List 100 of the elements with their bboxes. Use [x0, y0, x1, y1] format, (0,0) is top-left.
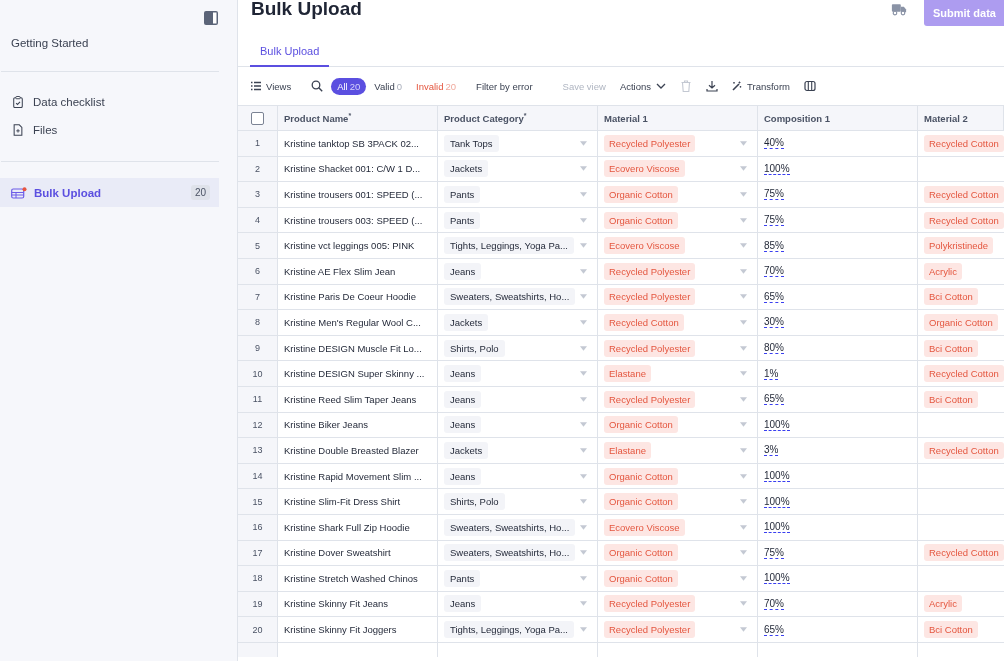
category-tag[interactable]: Jackets [444, 160, 489, 178]
caret-icon[interactable] [580, 140, 587, 146]
caret-icon[interactable] [740, 575, 747, 581]
caret-icon[interactable] [580, 575, 587, 581]
category-tag[interactable]: Tights, Leggings, Yoga Pa... [444, 621, 574, 639]
trash-icon[interactable] [680, 80, 693, 92]
composition-value[interactable]: 85% [764, 239, 784, 252]
caret-icon[interactable] [580, 345, 587, 351]
views-button[interactable]: Views [251, 80, 292, 92]
category-tag[interactable]: Tights, Leggings, Yoga Pa... [444, 237, 574, 255]
caret-icon[interactable] [580, 217, 587, 223]
actions-button[interactable]: Actions [619, 80, 667, 92]
composition-value[interactable]: 40% [764, 137, 784, 150]
caret-icon[interactable] [740, 345, 747, 351]
column-header[interactable]: Product Category$^{*}$ [438, 106, 598, 130]
composition-value[interactable]: 65% [764, 623, 784, 636]
caret-icon[interactable] [740, 550, 747, 556]
filter-pill[interactable]: Valid 0 [368, 77, 409, 95]
composition-value[interactable]: 75% [764, 188, 784, 201]
composition-value[interactable]: 100% [764, 521, 790, 534]
composition-value[interactable]: 3% [764, 444, 779, 457]
caret-icon[interactable] [580, 550, 587, 556]
caret-icon[interactable] [740, 294, 747, 300]
caret-icon[interactable] [580, 601, 587, 607]
caret-icon[interactable] [580, 627, 587, 633]
composition-value[interactable]: 100% [764, 418, 790, 431]
caret-icon[interactable] [740, 140, 747, 146]
caret-icon[interactable] [740, 243, 747, 249]
caret-icon[interactable] [740, 192, 747, 197]
category-tag[interactable]: Sweaters, Sweatshirts, Ho... [444, 288, 576, 306]
composition-value[interactable]: 30% [764, 316, 784, 329]
category-tag[interactable]: Sweaters, Sweatshirts, Ho... [444, 518, 576, 536]
category-tag[interactable]: Jeans [444, 365, 482, 383]
sidebar-toggle-icon[interactable] [203, 10, 219, 26]
filter-by-error-button[interactable]: Filter by error [476, 80, 533, 92]
truck-icon[interactable] [891, 3, 907, 16]
caret-icon[interactable] [740, 524, 747, 530]
tab[interactable]: Bulk Upload [250, 38, 330, 67]
category-tag[interactable]: Pants [444, 186, 481, 203]
composition-value[interactable]: 1% [764, 367, 779, 380]
composition-value[interactable]: 75% [764, 214, 784, 227]
caret-icon[interactable] [740, 268, 747, 274]
column-header[interactable]: Product Name$^{*}$ [278, 106, 438, 130]
caret-icon[interactable] [580, 422, 587, 428]
composition-value[interactable]: 70% [764, 265, 784, 278]
category-tag[interactable]: Pants [444, 211, 481, 229]
category-tag[interactable]: Jackets [444, 313, 489, 331]
category-tag[interactable]: Shirts, Polo [444, 493, 505, 511]
transform-button[interactable]: Transform [732, 80, 790, 92]
composition-value[interactable]: 100% [764, 162, 790, 175]
sidebar-item[interactable]: Data checklist [0, 88, 237, 116]
caret-icon[interactable] [740, 601, 747, 607]
caret-icon[interactable] [580, 319, 587, 325]
column-header[interactable]: Material 2 [918, 106, 1004, 130]
category-tag[interactable]: Jeans [444, 416, 482, 434]
composition-value[interactable]: 65% [764, 393, 784, 406]
composition-value[interactable]: 80% [764, 342, 784, 355]
category-tag[interactable]: Jackets [444, 441, 489, 459]
composition-value[interactable]: 70% [764, 598, 784, 610]
caret-icon[interactable] [740, 473, 747, 479]
category-tag[interactable]: Jeans [444, 467, 482, 485]
sidebar-item[interactable]: Files [0, 116, 237, 144]
caret-icon[interactable] [580, 396, 587, 402]
category-tag[interactable]: Jeans [444, 595, 482, 613]
caret-icon[interactable] [580, 268, 587, 274]
composition-value[interactable]: 100% [764, 572, 790, 585]
caret-icon[interactable] [580, 371, 587, 377]
category-tag[interactable]: Shirts, Polo [444, 339, 505, 357]
select-all-checkbox[interactable] [251, 111, 264, 125]
caret-icon[interactable] [580, 473, 587, 479]
caret-icon[interactable] [580, 447, 587, 453]
download-icon[interactable] [706, 80, 719, 92]
sidebar-item[interactable]: Bulk Upload 20 [0, 178, 219, 207]
caret-icon[interactable] [740, 447, 747, 453]
caret-icon[interactable] [740, 499, 747, 505]
column-header[interactable]: Composition 1 [758, 106, 918, 130]
filter-pill[interactable]: All 20 [331, 77, 367, 95]
category-tag[interactable]: Pants [444, 569, 481, 587]
caret-icon[interactable] [740, 166, 747, 172]
caret-icon[interactable] [580, 294, 587, 300]
sidebar-heading[interactable]: Getting Started [0, 26, 89, 49]
caret-icon[interactable] [580, 243, 587, 249]
caret-icon[interactable] [740, 422, 747, 428]
filter-pill[interactable]: Invalid 20 [410, 77, 463, 95]
caret-icon[interactable] [740, 627, 747, 633]
caret-icon[interactable] [580, 192, 587, 197]
caret-icon[interactable] [580, 166, 587, 172]
category-tag[interactable]: Tank Tops [444, 134, 499, 152]
caret-icon[interactable] [580, 499, 587, 505]
category-tag[interactable]: Jeans [444, 390, 482, 408]
caret-icon[interactable] [580, 524, 587, 530]
composition-value[interactable]: 75% [764, 546, 784, 559]
category-tag[interactable]: Sweaters, Sweatshirts, Ho... [444, 544, 576, 562]
search-icon[interactable] [311, 80, 324, 92]
caret-icon[interactable] [740, 319, 747, 325]
caret-icon[interactable] [740, 396, 747, 402]
columns-icon[interactable] [803, 80, 816, 92]
composition-value[interactable]: 65% [764, 290, 784, 303]
caret-icon[interactable] [740, 371, 747, 377]
composition-value[interactable]: 100% [764, 495, 790, 508]
